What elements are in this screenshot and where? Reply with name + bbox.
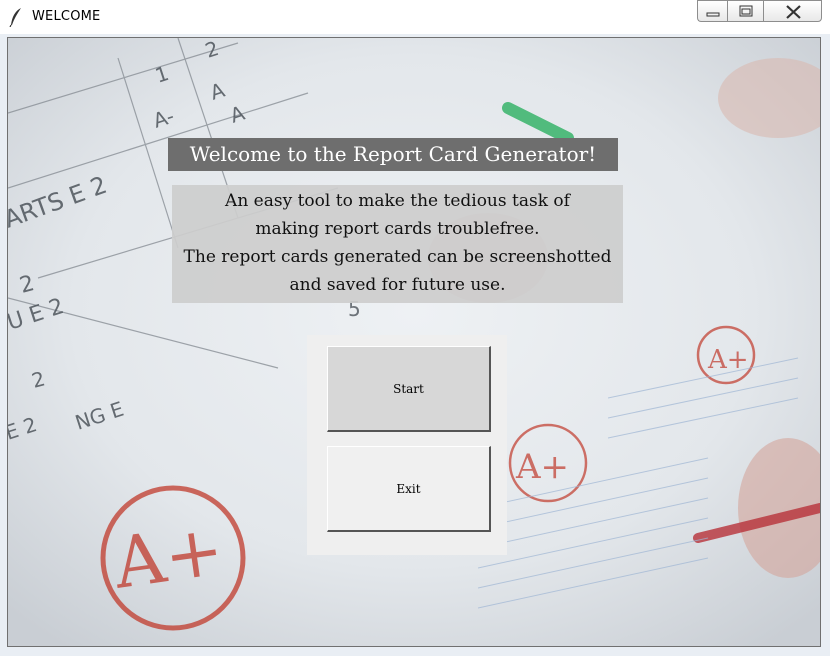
close-icon xyxy=(786,5,801,19)
exit-button[interactable]: Exit xyxy=(327,446,491,532)
minimize-icon xyxy=(706,12,720,17)
welcome-heading: Welcome to the Report Card Generator! xyxy=(189,142,597,166)
welcome-window: WELCOME 1 2 A- A A ARTS E 2 2 U E 2 2 E … xyxy=(0,0,830,656)
description-line: and saved for future use. xyxy=(289,275,506,295)
title-bar[interactable]: WELCOME xyxy=(0,0,830,34)
grade-mark: A+ xyxy=(515,447,569,487)
start-button[interactable]: Start xyxy=(327,346,491,432)
maximize-button[interactable] xyxy=(727,0,763,22)
description-line: An easy tool to make the tedious task of xyxy=(225,191,570,211)
description-line: The report cards generated can be screen… xyxy=(183,247,612,267)
grade-mark: A+ xyxy=(108,508,229,605)
feather-icon xyxy=(9,8,21,27)
window-title: WELCOME xyxy=(32,9,101,24)
grade-mark: A+ xyxy=(707,345,749,375)
description-line: making report cards troublefree. xyxy=(255,219,540,239)
close-button[interactable] xyxy=(763,0,822,22)
maximize-icon xyxy=(739,5,753,17)
minimize-button[interactable] xyxy=(697,0,727,22)
client-area: 1 2 A- A A ARTS E 2 2 U E 2 2 E 2 NG E A… xyxy=(7,37,821,647)
